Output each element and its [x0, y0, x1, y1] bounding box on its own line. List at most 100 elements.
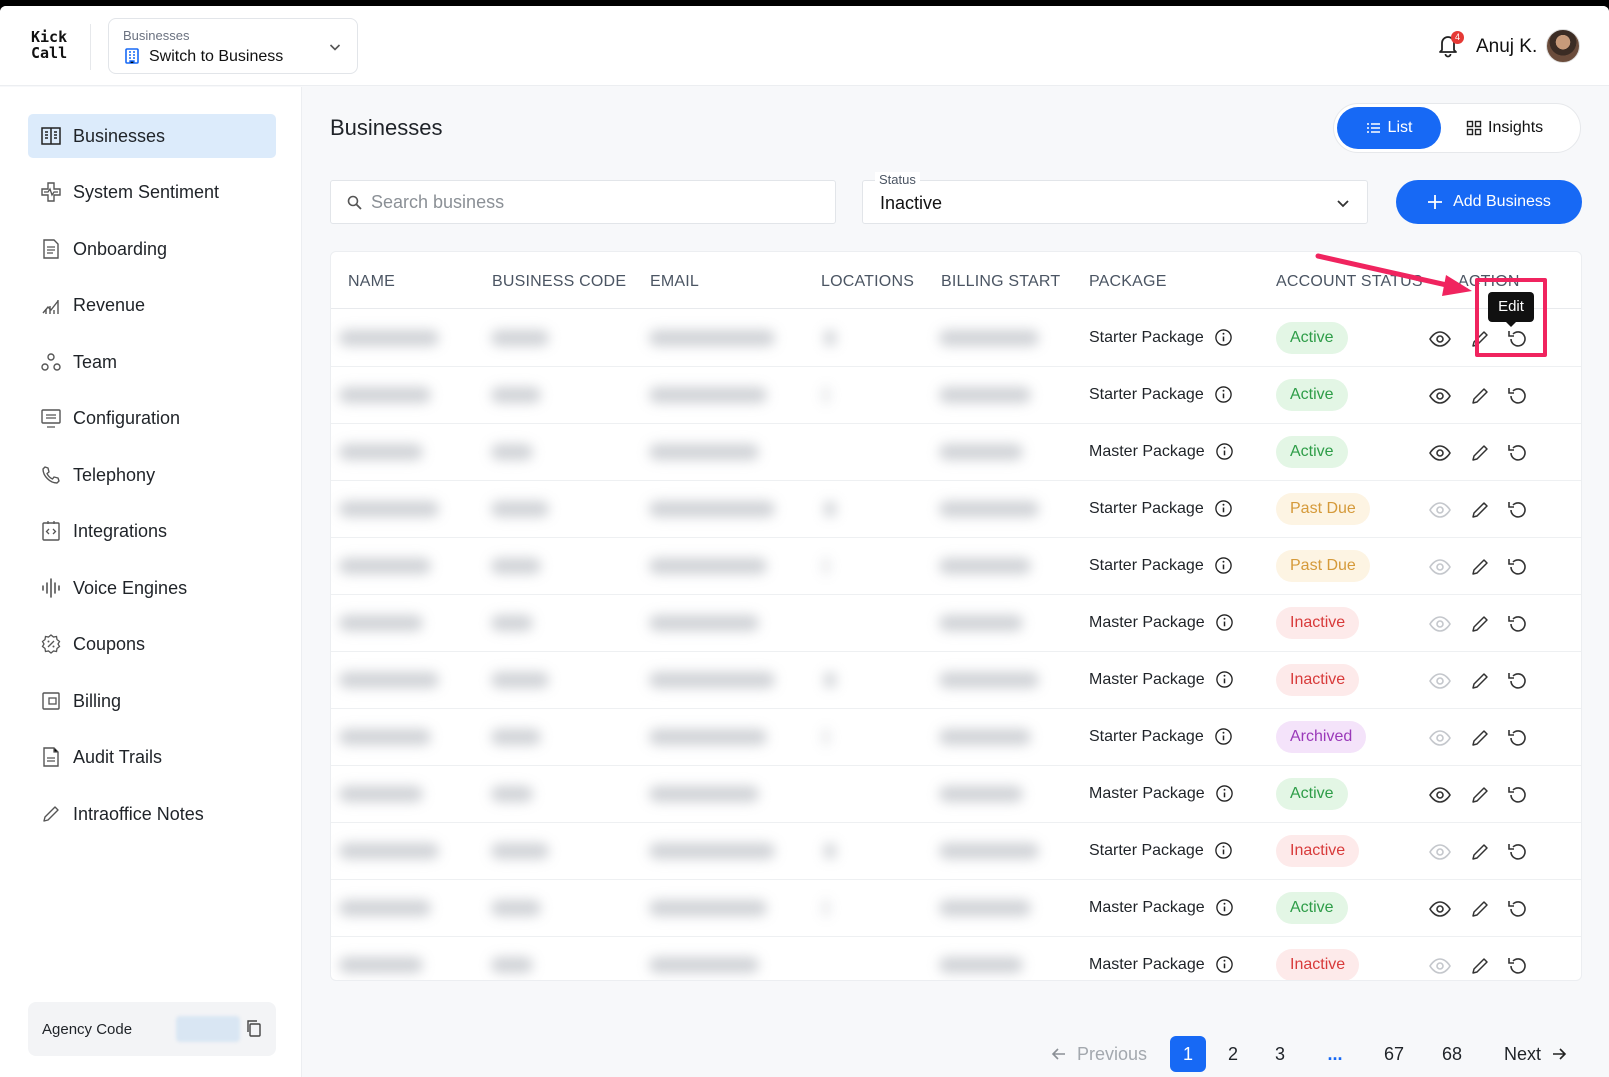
view-icon[interactable] [1428, 498, 1452, 522]
reset-icon[interactable] [1506, 384, 1530, 408]
info-icon[interactable] [1214, 328, 1233, 347]
column-header-locations[interactable]: LOCATIONS [821, 273, 914, 291]
info-icon[interactable] [1214, 727, 1233, 746]
add-business-button[interactable]: Add Business [1396, 180, 1582, 224]
sidebar-item-revenue[interactable]: Revenue [28, 283, 276, 327]
reset-icon[interactable] [1506, 954, 1530, 978]
reset-icon[interactable] [1506, 555, 1530, 579]
table-row[interactable]: Starter Package Archived [331, 708, 1581, 766]
agency-code-panel: Agency Code [28, 1002, 276, 1056]
info-icon[interactable] [1214, 385, 1233, 404]
view-icon[interactable] [1428, 384, 1452, 408]
view-icon[interactable] [1428, 726, 1452, 750]
table-row[interactable]: Master Package Active [331, 423, 1581, 481]
table-row[interactable]: Master Package Active [331, 879, 1581, 937]
pagination-page-67[interactable]: 67 [1376, 1036, 1412, 1072]
view-icon[interactable] [1428, 441, 1452, 465]
info-icon[interactable] [1215, 955, 1234, 974]
pagination-page-1[interactable]: 1 [1170, 1036, 1206, 1072]
table-row[interactable]: Starter Package Past Due [331, 537, 1581, 595]
avatar[interactable] [1546, 29, 1580, 63]
kickcall-logo[interactable]: Kick Call [31, 30, 67, 62]
table-row[interactable]: Master Package Active [331, 765, 1581, 823]
edit-icon[interactable] [1468, 840, 1492, 864]
copy-icon[interactable] [244, 1018, 264, 1038]
view-icon[interactable] [1428, 612, 1452, 636]
edit-icon[interactable] [1468, 555, 1492, 579]
view-icon[interactable] [1428, 327, 1452, 351]
view-icon[interactable] [1428, 555, 1452, 579]
sidebar-item-coupons[interactable]: Coupons [28, 622, 276, 666]
pagination-ellipsis[interactable]: ... [1317, 1036, 1353, 1072]
status-select[interactable]: Status Inactive [862, 172, 1368, 224]
view-icon[interactable] [1428, 669, 1452, 693]
edit-icon[interactable] [1468, 498, 1492, 522]
edit-icon[interactable] [1468, 669, 1492, 693]
info-icon[interactable] [1215, 442, 1234, 461]
pagination-page-2[interactable]: 2 [1215, 1036, 1251, 1072]
table-row[interactable]: Starter Package Active [331, 366, 1581, 424]
table-row[interactable]: Starter Package Past Due [331, 480, 1581, 538]
edit-icon[interactable] [1468, 384, 1492, 408]
view-icon[interactable] [1428, 954, 1452, 978]
sidebar-item-intraoffice-notes[interactable]: Intraoffice Notes [28, 792, 276, 836]
info-icon[interactable] [1214, 556, 1233, 575]
table-row[interactable]: Master Package Inactive [331, 594, 1581, 652]
reset-icon[interactable] [1506, 840, 1530, 864]
sidebar-item-billing[interactable]: Billing [28, 679, 276, 723]
info-icon[interactable] [1215, 784, 1234, 803]
reset-icon[interactable] [1506, 726, 1530, 750]
info-icon[interactable] [1215, 898, 1234, 917]
edit-icon[interactable] [1468, 726, 1492, 750]
pagination-page-68[interactable]: 68 [1434, 1036, 1470, 1072]
pagination-next[interactable]: Next [1504, 1036, 1567, 1072]
column-header-billing-start[interactable]: BILLING START [941, 273, 1060, 291]
sidebar-item-businesses[interactable]: Businesses [28, 114, 276, 158]
view-icon[interactable] [1428, 897, 1452, 921]
column-header-name[interactable]: NAME [348, 273, 395, 291]
sidebar-item-configuration[interactable]: Configuration [28, 396, 276, 440]
table-row[interactable]: Master Package Inactive [331, 936, 1581, 980]
search-input[interactable] [371, 181, 821, 223]
info-icon[interactable] [1214, 499, 1233, 518]
reset-icon[interactable] [1506, 669, 1530, 693]
reset-icon[interactable] [1506, 441, 1530, 465]
column-header-package[interactable]: PACKAGE [1089, 273, 1167, 291]
table-row[interactable]: Starter Package Active [331, 309, 1581, 367]
user-name[interactable]: Anuj K. [1476, 36, 1537, 58]
pagination-page-3[interactable]: 3 [1262, 1036, 1298, 1072]
column-header-business-code[interactable]: BUSINESS CODE [492, 273, 626, 291]
info-icon[interactable] [1215, 670, 1234, 689]
sidebar-item-system-sentiment[interactable]: System Sentiment [28, 170, 276, 214]
edit-icon[interactable] [1468, 441, 1492, 465]
table-row[interactable]: Master Package Inactive [331, 651, 1581, 709]
package-cell: Starter Package [1089, 841, 1233, 860]
reset-icon[interactable] [1506, 783, 1530, 807]
reset-icon[interactable] [1506, 612, 1530, 636]
pagination-previous[interactable]: Previous [1051, 1036, 1147, 1072]
info-icon[interactable] [1214, 841, 1233, 860]
column-header-email[interactable]: EMAIL [650, 273, 699, 291]
reset-icon[interactable] [1506, 498, 1530, 522]
sidebar-item-onboarding[interactable]: Onboarding [28, 227, 276, 271]
redacted-cell [649, 330, 775, 346]
edit-icon[interactable] [1468, 897, 1492, 921]
redacted-cell [824, 387, 828, 403]
edit-icon[interactable] [1468, 954, 1492, 978]
reset-icon[interactable] [1506, 897, 1530, 921]
info-icon[interactable] [1215, 613, 1234, 632]
view-icon[interactable] [1428, 783, 1452, 807]
sidebar-item-telephony[interactable]: Telephony [28, 453, 276, 497]
edit-icon[interactable] [1468, 783, 1492, 807]
sidebar-item-integrations[interactable]: Integrations [28, 509, 276, 553]
edit-icon[interactable] [1468, 612, 1492, 636]
sidebar-item-audit-trails[interactable]: Audit Trails [28, 735, 276, 779]
sidebar-item-voice-engines[interactable]: Voice Engines [28, 566, 276, 610]
table-row[interactable]: Starter Package Inactive [331, 822, 1581, 880]
insights-view-button[interactable]: Insights [1466, 107, 1543, 149]
sidebar-item-team[interactable]: Team [28, 340, 276, 384]
view-icon[interactable] [1428, 840, 1452, 864]
list-view-button[interactable]: List [1337, 107, 1441, 149]
business-switcher[interactable]: Businesses Switch to Business [108, 18, 358, 74]
package-name: Master Package [1089, 613, 1205, 631]
